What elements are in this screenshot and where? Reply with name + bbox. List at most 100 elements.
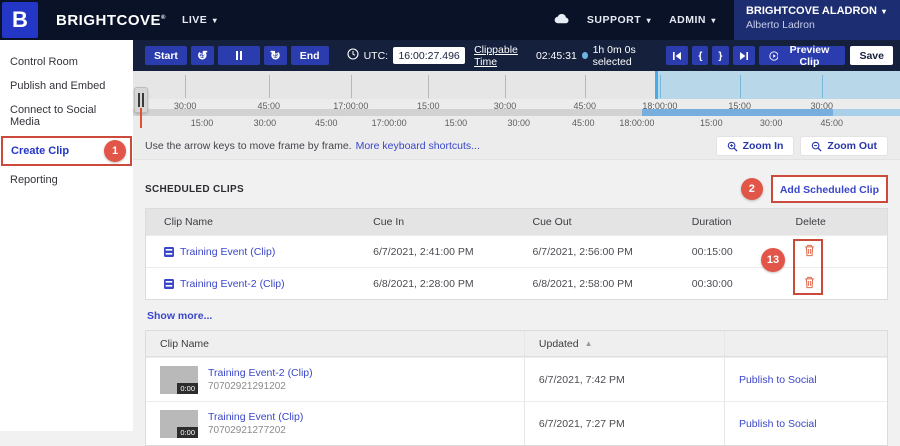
skip-back-15-button[interactable]: ↺15 (191, 46, 214, 65)
start-button[interactable]: Start (145, 46, 187, 65)
annotation-step-2: 2 (741, 178, 763, 200)
cue-in-value: 6/7/2021, 2:41:00 PM (357, 246, 516, 258)
sidebar-item-create-clip[interactable]: Create Clip (3, 138, 77, 164)
scheduled-clips-table: Clip Name Cue In Cue Out Duration Delete… (145, 208, 888, 300)
set-cue-in-button[interactable]: { (692, 46, 708, 65)
time-label: 18:00:00 (619, 118, 654, 128)
utc-time-input[interactable] (393, 47, 465, 64)
duration-badge: 0:00 (177, 427, 198, 438)
col-header-delete: Delete (780, 216, 887, 228)
col-header-updated[interactable]: Updated▲ (524, 331, 724, 356)
sidebar-item-connect-to-social-media[interactable]: Connect to Social Media (0, 98, 133, 134)
list-item: 0:00 Training Event (Clip) 7070292127720… (146, 401, 887, 445)
add-scheduled-clip-button[interactable]: Add Scheduled Clip (780, 184, 879, 196)
clip-name-link[interactable]: Training Event (Clip) (180, 246, 275, 258)
publish-to-social-link[interactable]: Publish to Social (739, 418, 817, 430)
jump-to-start-button[interactable] (666, 46, 688, 65)
delete-clip-button[interactable] (802, 242, 817, 262)
clips-table: Clip Name Updated▲ 0:00 Training Event-2… (145, 330, 888, 446)
timeline-overview-strip[interactable] (133, 109, 900, 116)
sidebar-item-control-room[interactable]: Control Room (0, 50, 133, 74)
clip-toolbar: Start ↺15 ↻15 End UTC: Clippable Time 02… (133, 40, 900, 71)
time-label: 45:00 (572, 118, 595, 128)
zoom-out-icon (811, 141, 822, 152)
delete-clip-button[interactable] (802, 274, 817, 294)
timeline-bottom-labels: 15:00 30:00 45:00 17:00:00 15:00 30:00 4… (133, 118, 900, 129)
selection-start-marker[interactable] (655, 71, 658, 99)
end-button[interactable]: End (291, 46, 329, 65)
clock-icon (347, 48, 359, 63)
zoom-in-button[interactable]: Zoom In (716, 136, 795, 156)
timeline: 30:00 45:00 17:00:00 15:00 30:00 45:00 1… (133, 71, 900, 133)
clip-thumbnail[interactable]: 0:00 (160, 410, 198, 438)
timeline-tick (822, 75, 823, 98)
col-header-clip-name: Clip Name (146, 216, 357, 228)
time-label: 45:00 (820, 118, 843, 128)
col-header-cue-in: Cue In (357, 216, 516, 228)
annotation-box-create-clip: Create Clip 1 (1, 136, 132, 166)
clip-thumbnail[interactable]: 0:00 (160, 366, 198, 394)
col-header-clip-name: Clip Name (146, 331, 524, 356)
zoom-out-button[interactable]: Zoom Out (800, 136, 888, 156)
duration-badge: 0:00 (177, 383, 198, 394)
col-header-actions (724, 331, 887, 356)
set-cue-out-button[interactable]: } (712, 46, 728, 65)
timeline-tick (428, 75, 429, 98)
keyboard-shortcuts-link[interactable]: More keyboard shortcuts... (356, 140, 480, 152)
time-label: 15:00 (700, 118, 723, 128)
save-button[interactable]: Save (850, 46, 893, 65)
trash-icon (804, 244, 815, 257)
keyboard-hint-text: Use the arrow keys to move frame by fram… (145, 140, 352, 152)
chevron-down-icon: ▾ (647, 16, 652, 25)
annotation-step-1: 1 (104, 140, 126, 162)
zoom-in-icon (727, 141, 738, 152)
timeline-tick (660, 75, 661, 98)
account-menu[interactable]: BRIGHTCOVE ALADRON ▾ Alberto Ladron (734, 0, 900, 40)
clip-name-link[interactable]: Training Event (Clip) (208, 411, 303, 423)
main-area: Start ↺15 ↻15 End UTC: Clippable Time 02… (133, 40, 900, 431)
brightcove-logo[interactable]: B (2, 2, 38, 38)
skip-to-start-icon (672, 51, 682, 61)
preview-clip-button[interactable]: Preview Clip (759, 46, 846, 65)
content-area: SCHEDULED CLIPS 2 Add Scheduled Clip Cli… (133, 174, 900, 446)
support-menu[interactable]: SUPPORT ▾ (587, 14, 651, 26)
clip-id: 70702921291202 (208, 381, 313, 392)
sort-ascending-icon[interactable]: ▲ (585, 339, 593, 348)
timeline-tick (585, 75, 586, 98)
skip-amount: 15 (200, 53, 206, 59)
time-label: 17:00:00 (372, 118, 407, 128)
brand-title: BRIGHTCOVE® (56, 12, 166, 29)
clip-name-link[interactable]: Training Event-2 (Clip) (180, 278, 285, 290)
product-menu-live[interactable]: LIVE ▾ (182, 14, 217, 26)
chevron-down-icon: ▾ (213, 16, 218, 25)
scheduled-clips-title: SCHEDULED CLIPS (145, 184, 244, 195)
cloud-icon[interactable] (554, 11, 569, 29)
admin-menu[interactable]: ADMIN ▾ (669, 14, 716, 26)
skip-forward-15-button[interactable]: ↻15 (264, 46, 287, 65)
jump-to-end-button[interactable] (733, 46, 755, 65)
chevron-down-icon: ▾ (711, 16, 716, 25)
clip-name-link[interactable]: Training Event-2 (Clip) (208, 367, 313, 379)
updated-value: 6/7/2021, 7:27 PM (524, 402, 724, 445)
pause-button[interactable] (218, 46, 260, 65)
selected-duration: 1h 0m 0s selected (593, 44, 663, 68)
timeline-tick (505, 75, 506, 98)
sidebar-item-publish-and-embed[interactable]: Publish and Embed (0, 74, 133, 98)
annotation-step-13: 13 (761, 248, 785, 272)
timeline-selection[interactable] (655, 71, 900, 99)
cue-out-value: 6/8/2021, 2:58:00 PM (516, 278, 675, 290)
publish-to-social-link[interactable]: Publish to Social (739, 374, 817, 386)
scheduled-table-header: Clip Name Cue In Cue Out Duration Delete (146, 209, 887, 235)
time-label: 30:00 (760, 118, 783, 128)
video-clip-icon (164, 279, 174, 289)
skip-amount: 15 (273, 53, 279, 59)
clippable-time-toggle[interactable]: Clippable Time (474, 44, 531, 68)
list-item: 0:00 Training Event-2 (Clip) 70702921291… (146, 357, 887, 401)
trash-icon (804, 276, 815, 289)
time-label: 30:00 (508, 118, 531, 128)
show-more-link[interactable]: Show more... (147, 310, 212, 322)
skip-to-end-icon (739, 51, 749, 61)
timeline-track[interactable] (133, 71, 900, 99)
sidebar-item-reporting[interactable]: Reporting (0, 168, 133, 192)
overview-selected-range[interactable] (642, 109, 833, 116)
